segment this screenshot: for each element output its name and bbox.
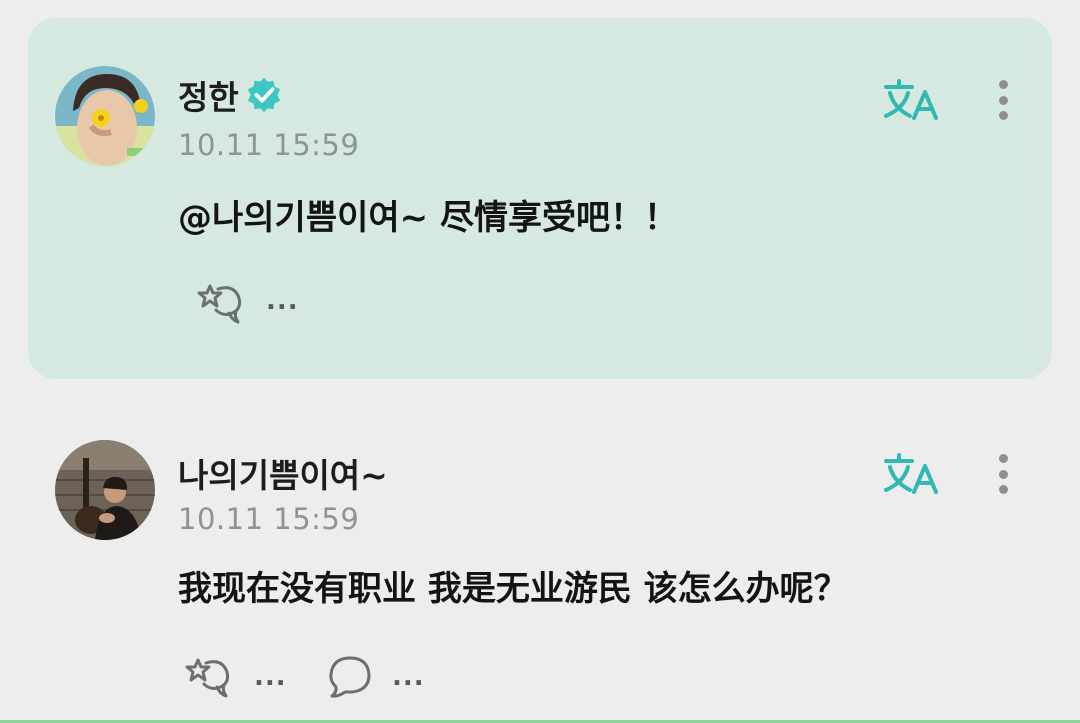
username[interactable]: 정한 bbox=[178, 71, 239, 119]
username-row: 정한 bbox=[178, 71, 283, 119]
comment-text: 我现在没有职业 我是无业游民 该怎么办呢？ bbox=[178, 569, 848, 609]
avatar-photo bbox=[55, 440, 155, 540]
reply-bubble-icon[interactable] bbox=[326, 654, 374, 700]
avatar-photo bbox=[55, 66, 155, 166]
username-row: 나의기쁨이여~ bbox=[178, 449, 388, 497]
reply-count-dots: ... bbox=[392, 662, 425, 692]
fan-letter-icon[interactable] bbox=[184, 654, 232, 700]
like-count-dots: ... bbox=[254, 662, 287, 692]
avatar[interactable] bbox=[55, 440, 155, 540]
timestamp: 10.11 15:59 bbox=[178, 502, 360, 536]
timestamp: 10.11 15:59 bbox=[178, 128, 360, 162]
more-vertical-icon[interactable] bbox=[990, 454, 1016, 502]
more-vertical-icon[interactable] bbox=[990, 80, 1016, 128]
like-count-dots: ... bbox=[266, 286, 299, 316]
comment-text: @나의기쁨이여~ 尽情享受吧！！ bbox=[178, 198, 679, 238]
fan-letter-icon[interactable] bbox=[196, 280, 244, 326]
username[interactable]: 나의기쁨이여~ bbox=[178, 449, 388, 497]
verified-icon bbox=[247, 77, 280, 113]
translate-icon[interactable] bbox=[882, 78, 940, 122]
avatar[interactable] bbox=[55, 66, 155, 166]
translate-icon[interactable] bbox=[882, 452, 940, 496]
